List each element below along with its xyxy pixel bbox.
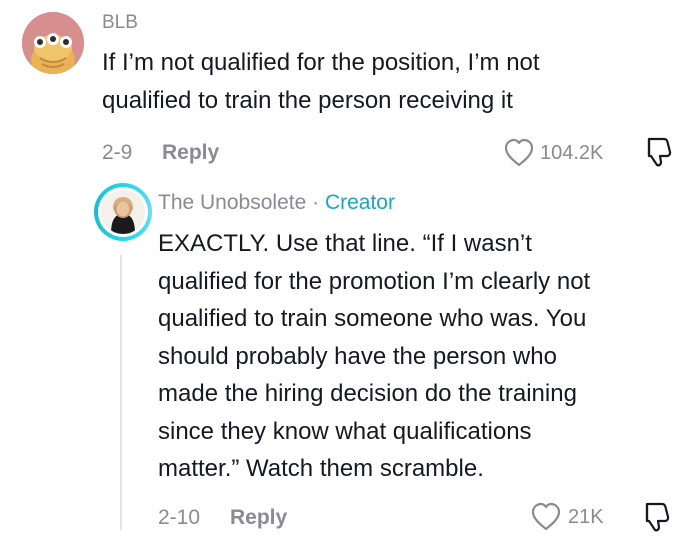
thumbs-down-icon bbox=[647, 137, 672, 167]
comment-text: If I’m not qualified for the position, I… bbox=[102, 44, 540, 119]
reply-text-line: matter.” Watch them scramble. bbox=[158, 455, 484, 482]
like-count: 21K bbox=[568, 506, 604, 528]
reply-text-line: qualified to train someone who was. You bbox=[158, 305, 587, 332]
separator-dot: · bbox=[312, 191, 320, 214]
like-button[interactable] bbox=[530, 502, 562, 537]
person-avatar-icon bbox=[101, 190, 145, 234]
avatar[interactable] bbox=[101, 190, 145, 234]
thread-line bbox=[120, 255, 122, 530]
comment-username[interactable]: BLB bbox=[102, 12, 138, 34]
heart-outline-icon bbox=[504, 138, 534, 167]
puppet-avatar-icon bbox=[22, 12, 84, 74]
comment-date: 2-9 bbox=[102, 141, 133, 164]
reply-text-line: since they know what qualifications bbox=[158, 417, 532, 445]
dislike-button[interactable] bbox=[638, 500, 672, 539]
reply-button[interactable]: Reply bbox=[162, 141, 219, 165]
dislike-button[interactable] bbox=[640, 135, 674, 174]
reply-text-line: should probably have the person who bbox=[158, 342, 557, 370]
like-button[interactable] bbox=[503, 138, 535, 173]
comment-text-line: qualified to train the person receiving … bbox=[102, 86, 513, 114]
reply-date: 2-10 bbox=[158, 506, 201, 529]
reply-text: EXACTLY. Use that line. “If I wasn’t qua… bbox=[158, 225, 590, 488]
reply-button[interactable]: Reply bbox=[230, 506, 287, 530]
reply-text-line: made the hiring decision do the training bbox=[158, 380, 577, 407]
reply-header: The Unobsolete · Creator bbox=[158, 191, 395, 215]
thumbs-down-icon bbox=[645, 502, 670, 532]
reply-text-line: qualified for the promotion I’m clearly … bbox=[158, 267, 591, 295]
avatar[interactable] bbox=[22, 12, 84, 74]
like-count: 104.2K bbox=[540, 142, 604, 164]
comment-text-line: If I’m not qualified for the position, I… bbox=[102, 49, 540, 76]
reply-username[interactable]: The Unobsolete bbox=[158, 191, 306, 214]
reply-text-line: EXACTLY. Use that line. “If I wasn’t bbox=[158, 230, 532, 257]
heart-outline-icon bbox=[531, 502, 561, 531]
creator-badge: Creator bbox=[324, 191, 395, 214]
